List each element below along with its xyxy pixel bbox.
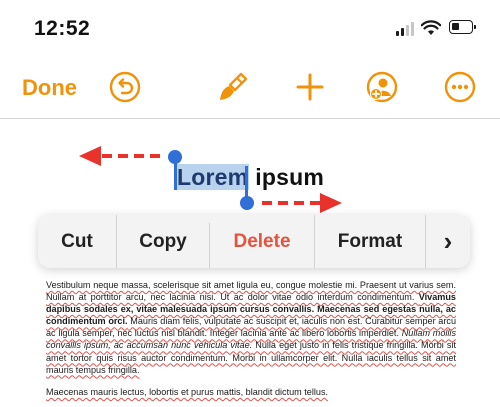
body-paragraph-2[interactable]: Maecenas mauris lectus, lobortis et puru… bbox=[46, 386, 456, 398]
selection-end-handle[interactable] bbox=[240, 196, 254, 210]
menu-format-button[interactable]: Format bbox=[315, 215, 425, 268]
menu-more-chevron-icon[interactable]: › bbox=[426, 215, 470, 268]
document-heading[interactable]: Lorem ipsum bbox=[176, 164, 324, 191]
body-paragraph[interactable]: Vestibulum neque massa, scelerisque sit … bbox=[46, 279, 456, 376]
text-run: Maecenas mauris lectus, lobortis et puru… bbox=[46, 387, 329, 397]
selection-start-bar bbox=[174, 160, 177, 190]
selection-end-bar bbox=[245, 166, 248, 198]
selected-text[interactable]: Lorem bbox=[176, 164, 250, 190]
menu-cut-button[interactable]: Cut bbox=[38, 215, 116, 268]
menu-delete-button[interactable]: Delete bbox=[210, 215, 314, 268]
menu-copy-button[interactable]: Copy bbox=[117, 215, 209, 268]
text-run: Vestibulum neque massa, scelerisque bbox=[46, 280, 200, 290]
heading-text[interactable]: ipsum bbox=[255, 164, 324, 190]
edit-context-menu: Cut Copy Delete Format › bbox=[38, 215, 470, 268]
